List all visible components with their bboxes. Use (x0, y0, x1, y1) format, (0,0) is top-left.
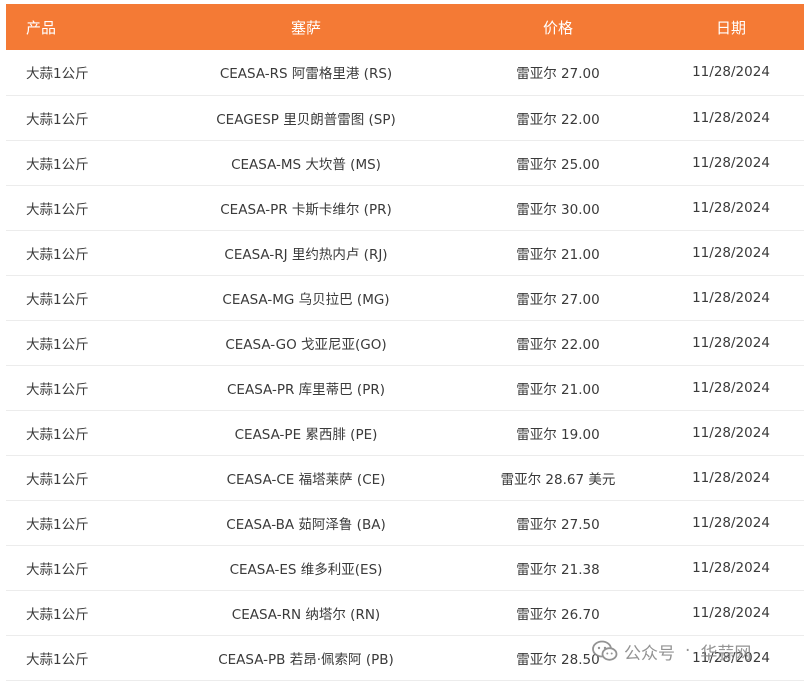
cell-ceasa: CEASA-MS 大坎普 (MS) (231, 156, 381, 173)
cell-price: 雷亚尔 21.38 (516, 561, 600, 578)
cell-ceasa: CEASA-PR 库里蒂巴 (PR) (227, 381, 385, 398)
header-price: 价格 (542, 18, 573, 37)
cell-price: 雷亚尔 22.00 (516, 111, 600, 128)
cell-date: 11/28/2024 (692, 64, 770, 81)
header-ceasa: 塞萨 (290, 18, 321, 37)
cell-price: 雷亚尔 25.00 (516, 156, 600, 173)
cell-ceasa: CEASA-MG 乌贝拉巴 (MG) (222, 291, 390, 308)
cell-product: 大蒜1公斤 (26, 201, 89, 218)
cell-price: 雷亚尔 27.50 (516, 516, 600, 533)
table-body: 大蒜1公斤 CEASA-RS 阿雷格里港 (RS) 雷亚尔 27.00 11/2… (6, 50, 804, 680)
cell-ceasa: CEASA-PE 累西腓 (PE) (234, 426, 378, 443)
cell-date: 11/28/2024 (692, 199, 770, 216)
cell-product: 大蒜1公斤 (26, 246, 89, 263)
cell-product: 大蒜1公斤 (26, 336, 89, 353)
cell-product: 大蒜1公斤 (26, 291, 89, 308)
cell-date: 11/28/2024 (692, 514, 770, 531)
table-row: 大蒜1公斤 CEASA-PR 卡斯卡维尔 (PR) 雷亚尔 30.00 11/2… (6, 185, 804, 230)
table-row: 大蒜1公斤 CEASA-GO 戈亚尼亚(GO) 雷亚尔 22.00 11/28/… (6, 320, 804, 365)
header-date: 日期 (715, 18, 746, 37)
price-table: 产品 塞萨 价格 日期 大蒜1公斤 CEASA-RS 阿雷格里港 (RS) 雷亚… (6, 4, 804, 681)
cell-ceasa: CEAGESP 里贝朗普雷图 (SP) (216, 111, 396, 128)
watermark-separator: · (685, 641, 691, 661)
table-row: 大蒜1公斤 CEASA-MS 大坎普 (MS) 雷亚尔 25.00 11/28/… (6, 140, 804, 185)
cell-product: 大蒜1公斤 (26, 381, 89, 398)
cell-ceasa: CEASA-GO 戈亚尼亚(GO) (225, 336, 387, 353)
cell-price: 雷亚尔 30.00 (516, 201, 600, 218)
watermark-label: 公众号 (624, 643, 675, 664)
table-row: 大蒜1公斤 CEASA-CE 福塔莱萨 (CE) 雷亚尔 28.67 美元 11… (6, 455, 804, 500)
cell-date: 11/28/2024 (692, 469, 770, 486)
cell-price: 雷亚尔 26.70 (516, 606, 600, 623)
cell-ceasa: CEASA-RJ 里约热内卢 (RJ) (224, 246, 388, 263)
cell-date: 11/28/2024 (692, 559, 770, 576)
cell-product: 大蒜1公斤 (26, 606, 89, 623)
cell-date: 11/28/2024 (692, 604, 770, 621)
watermark-account-name: 华蒜网 (700, 643, 752, 664)
table-row: 大蒜1公斤 CEASA-RJ 里约热内卢 (RJ) 雷亚尔 21.00 11/2… (6, 230, 804, 275)
table-row: 大蒜1公斤 CEASA-PR 库里蒂巴 (PR) 雷亚尔 21.00 11/28… (6, 365, 804, 410)
cell-ceasa: CEASA-PB 若昂·佩索阿 (PB) (218, 651, 394, 668)
cell-product: 大蒜1公斤 (26, 111, 89, 128)
watermark: 公众号 · 华蒜网 (592, 636, 751, 666)
cell-price: 雷亚尔 21.00 (516, 246, 600, 263)
cell-ceasa: CEASA-RS 阿雷格里港 (RS) (219, 66, 393, 83)
table-row: 大蒜1公斤 CEAGESP 里贝朗普雷图 (SP) 雷亚尔 22.00 11/2… (6, 95, 804, 140)
cell-price: 雷亚尔 27.00 (516, 291, 600, 308)
cell-date: 11/28/2024 (692, 244, 770, 261)
cell-date: 11/28/2024 (692, 379, 770, 396)
table-row: 大蒜1公斤 CEASA-RN 纳塔尔 (RN) 雷亚尔 26.70 11/28/… (6, 590, 804, 635)
cell-product: 大蒜1公斤 (26, 471, 89, 488)
table-header: 产品 塞萨 价格 日期 (6, 4, 804, 50)
cell-price: 雷亚尔 19.00 (516, 426, 600, 443)
table-row: 大蒜1公斤 CEASA-RS 阿雷格里港 (RS) 雷亚尔 27.00 11/2… (6, 50, 804, 95)
cell-date: 11/28/2024 (692, 424, 770, 441)
cell-date: 11/28/2024 (692, 334, 770, 351)
cell-product: 大蒜1公斤 (26, 156, 89, 173)
cell-product: 大蒜1公斤 (26, 561, 89, 578)
cell-price: 雷亚尔 28.67 美元 (500, 471, 616, 488)
cell-product: 大蒜1公斤 (26, 66, 89, 83)
table-row: 大蒜1公斤 CEASA-ES 维多利亚(ES) 雷亚尔 21.38 11/28/… (6, 545, 804, 590)
cell-ceasa: CEASA-ES 维多利亚(ES) (229, 561, 383, 578)
cell-date: 11/28/2024 (692, 289, 770, 306)
cell-date: 11/28/2024 (692, 154, 770, 171)
cell-product: 大蒜1公斤 (26, 651, 89, 668)
cell-product: 大蒜1公斤 (26, 426, 89, 443)
cell-ceasa: CEASA-BA 茹阿泽鲁 (BA) (226, 516, 386, 533)
cell-price: 雷亚尔 27.00 (516, 66, 600, 83)
cell-date: 11/28/2024 (692, 109, 770, 126)
cell-price: 雷亚尔 21.00 (516, 381, 600, 398)
cell-product: 大蒜1公斤 (26, 516, 89, 533)
page: 产品 塞萨 价格 日期 大蒜1公斤 CEASA-RS 阿雷格里港 (RS) 雷亚… (0, 0, 807, 683)
table-row: 大蒜1公斤 CEASA-BA 茹阿泽鲁 (BA) 雷亚尔 27.50 11/28… (6, 500, 804, 545)
table-row: 大蒜1公斤 CEASA-PE 累西腓 (PE) 雷亚尔 19.00 11/28/… (6, 410, 804, 455)
cell-ceasa: CEASA-RN 纳塔尔 (RN) (231, 606, 381, 623)
cell-price: 雷亚尔 22.00 (516, 336, 600, 353)
cell-ceasa: CEASA-PR 卡斯卡维尔 (PR) (220, 201, 392, 218)
table-row: 大蒜1公斤 CEASA-MG 乌贝拉巴 (MG) 雷亚尔 27.00 11/28… (6, 275, 804, 320)
header-row: 产品 塞萨 价格 日期 (6, 4, 804, 50)
wechat-icon (592, 640, 618, 662)
header-product: 产品 (26, 18, 57, 37)
cell-ceasa: CEASA-CE 福塔莱萨 (CE) (226, 471, 386, 488)
